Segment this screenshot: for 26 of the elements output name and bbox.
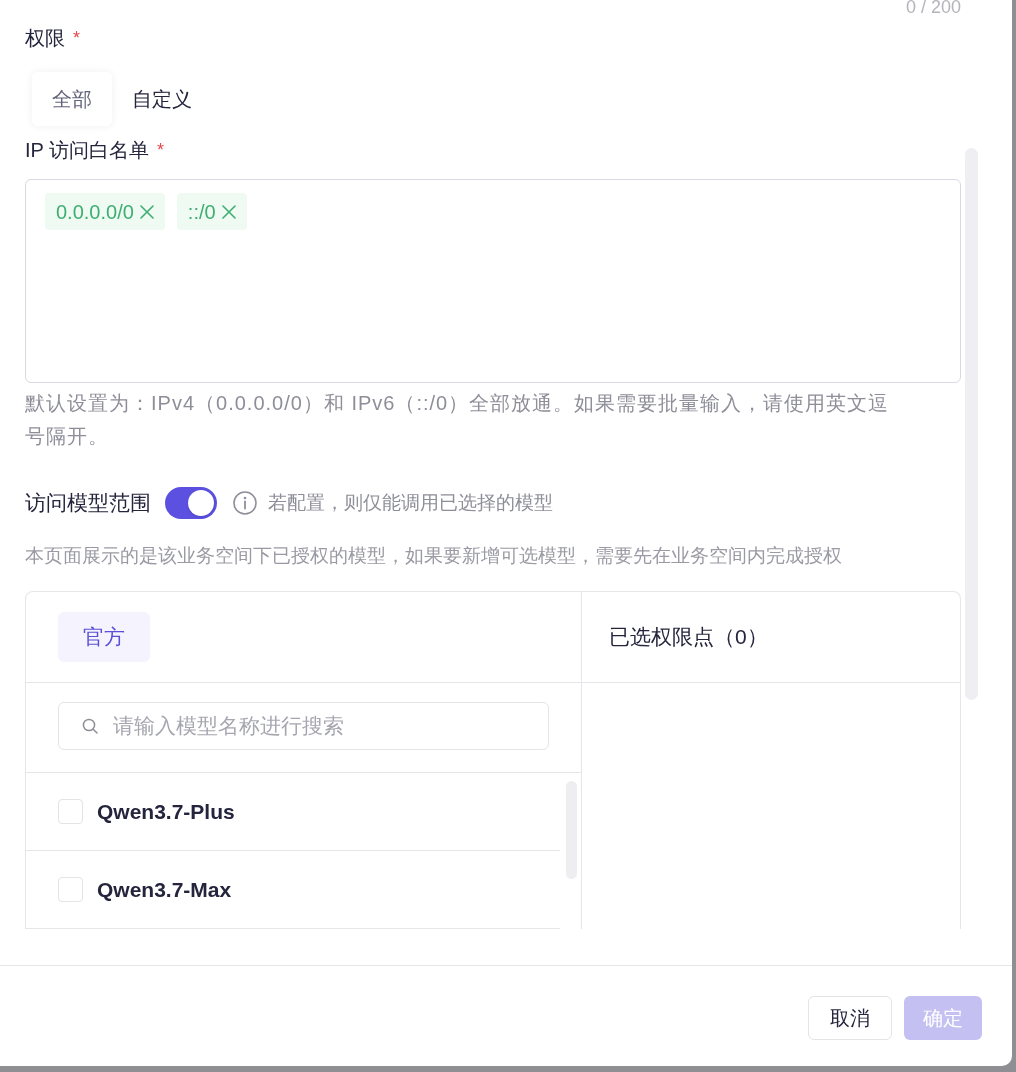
cancel-button[interactable]: 取消 xyxy=(808,996,892,1040)
required-mark: * xyxy=(73,27,80,50)
search-icon xyxy=(82,718,98,734)
close-icon[interactable] xyxy=(221,204,236,219)
segment-option[interactable]: 自定义 xyxy=(122,72,202,126)
required-mark: * xyxy=(157,139,165,162)
panel-title: 已选权限点（0） xyxy=(609,624,768,651)
info-icon xyxy=(233,491,257,515)
hint-text: 若配置，则仅能调用已选择的模型 xyxy=(268,490,553,515)
tag-text: ::/0 xyxy=(187,199,216,225)
checkbox[interactable] xyxy=(58,877,83,902)
segment-option[interactable]: 全部 xyxy=(32,72,112,126)
description-text: 本页面展示的是该业务空间下已授权的模型，如果要新增可选模型，需要先在业务空间内完成授权 xyxy=(25,544,843,568)
tag-text: 0.0.0.0/0 xyxy=(56,199,134,225)
close-icon[interactable] xyxy=(139,204,154,219)
character-count: 0 / 200 xyxy=(905,0,961,14)
field-label: IP 访问白名单 xyxy=(25,138,150,163)
toggle-switch[interactable] xyxy=(165,487,217,519)
help-text: 默认设置为：IPv4（0.0.0.0/0）和 IPv6（::/0）全部放通。如果需要批量输入，请使用英文逗号隔开。 xyxy=(25,391,891,449)
model-name: Qwen3.7-Plus xyxy=(97,798,235,825)
checkbox[interactable] xyxy=(58,799,83,824)
search-field[interactable]: 请输入模型名称进行搜索 xyxy=(58,702,549,750)
field-label: 权限 xyxy=(25,26,65,51)
field-label: 访问模型范围 xyxy=(25,490,151,517)
tab[interactable]: 官方 xyxy=(58,612,150,662)
model-name: Qwen3.7-Max xyxy=(97,876,232,903)
